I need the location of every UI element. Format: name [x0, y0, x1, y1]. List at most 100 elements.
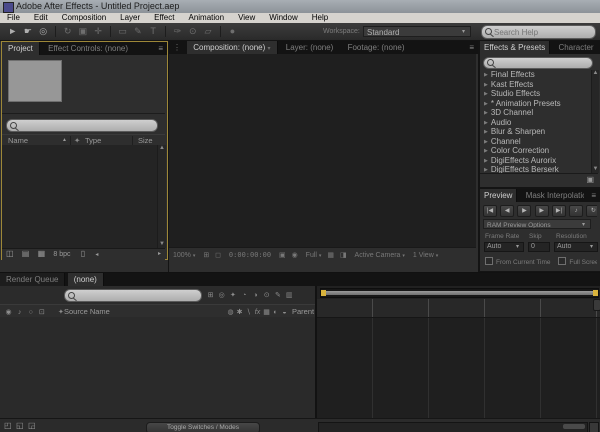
auto-keyframe-icon[interactable]: ✎: [273, 291, 282, 299]
project-search-box[interactable]: [6, 119, 158, 132]
panel-menu-icon[interactable]: ≡: [587, 189, 600, 202]
project-item-list[interactable]: [2, 145, 157, 248]
menu-effect[interactable]: Effect: [147, 13, 181, 23]
tab-character[interactable]: Character: [552, 41, 594, 54]
toggle-switches-modes-button[interactable]: Toggle Switches / Modes: [146, 422, 260, 432]
scroll-down-icon[interactable]: ▼: [158, 241, 166, 248]
graph-editor-icon[interactable]: ▥: [285, 291, 294, 299]
panel-menu-icon[interactable]: ≡: [465, 41, 478, 54]
composition-viewer[interactable]: [169, 54, 476, 247]
work-area-span[interactable]: [326, 291, 593, 295]
effects-category[interactable]: ▶Final Effects: [480, 70, 591, 80]
skip-field[interactable]: 0: [528, 242, 550, 252]
selection-tool[interactable]: ►: [6, 23, 19, 39]
shape-tool[interactable]: ▭: [116, 23, 129, 39]
zoom-tool[interactable]: ◎: [37, 23, 50, 39]
expand-icon[interactable]: ▶: [484, 139, 488, 145]
expand-icon[interactable]: ▶: [484, 158, 488, 164]
frame-rate-dropdown[interactable]: Auto▾: [484, 242, 524, 252]
pen-tool[interactable]: ✎: [131, 23, 144, 39]
timeline-zoom-button[interactable]: [589, 422, 599, 432]
clone-stamp-tool[interactable]: ⊙: [186, 23, 199, 39]
view-dropdown[interactable]: Active Camera ▾: [349, 252, 405, 259]
resolution-dropdown-preview[interactable]: Auto▾: [554, 242, 598, 252]
live-update-icon[interactable]: ⊞: [206, 291, 215, 299]
type-tool[interactable]: T: [147, 23, 160, 39]
previous-frame-button[interactable]: ◀: [500, 205, 514, 217]
search-help-input[interactable]: [482, 26, 595, 38]
new-composition-button[interactable]: ▦: [32, 249, 46, 258]
scroll-down-icon[interactable]: ▼: [592, 166, 599, 173]
expand-icon[interactable]: ▶: [484, 110, 488, 116]
scroll-right-icon[interactable]: ▸: [158, 249, 161, 259]
effects-category[interactable]: ▶Color Correction: [480, 146, 591, 156]
tab-effect-controls[interactable]: Effect Controls: (none): [42, 42, 134, 55]
resolution-dropdown[interactable]: Full ▾: [300, 252, 322, 259]
search-help-box[interactable]: [481, 25, 596, 39]
horizontal-scrollbar[interactable]: [318, 422, 588, 432]
scrollbar-thumb[interactable]: [563, 424, 585, 429]
timeline-search-input[interactable]: [65, 290, 201, 301]
transparency-grid-button[interactable]: ◨: [336, 252, 347, 259]
mask-visibility-button[interactable]: ◻: [211, 252, 221, 259]
first-frame-button[interactable]: |◀: [483, 205, 497, 217]
pan-behind-tool[interactable]: ✛: [92, 23, 105, 39]
brush-tool[interactable]: ✑: [171, 23, 184, 39]
menu-view[interactable]: View: [231, 13, 262, 23]
effects-category[interactable]: ▶Audio: [480, 118, 591, 128]
project-search-input[interactable]: [7, 120, 157, 131]
menu-file[interactable]: File: [0, 13, 27, 23]
project-scrollbar[interactable]: ▲ ▼: [157, 145, 166, 248]
effects-category[interactable]: ▶DigiEffects Aurorix: [480, 156, 591, 166]
expand-icon[interactable]: ▶: [484, 101, 488, 107]
effects-category[interactable]: ▶DigiEffects Berserk: [480, 165, 591, 173]
current-time-button[interactable]: 0:00:00:00: [223, 251, 271, 259]
frame-blend-enable-icon[interactable]: ◔: [240, 292, 249, 299]
panel-menu-icon[interactable]: ≡: [154, 42, 167, 55]
magnification-dropdown[interactable]: 100% ▾: [173, 252, 195, 259]
comp-marker-button[interactable]: [593, 299, 600, 311]
next-frame-button[interactable]: ▶: [535, 205, 549, 217]
expand-icon[interactable]: ▶: [484, 91, 488, 97]
tab-composition[interactable]: Composition: (none) ▾: [187, 41, 277, 54]
show-channel-button[interactable]: ◉: [288, 252, 298, 259]
expand-in-out-button[interactable]: ◲: [28, 421, 36, 430]
timeline-search-box[interactable]: [64, 289, 202, 302]
tab-mask-interpolation[interactable]: Mask Interpolation: [520, 189, 584, 202]
menu-edit[interactable]: Edit: [27, 13, 55, 23]
tab-footage[interactable]: Footage: (none): [342, 41, 411, 54]
hide-shy-icon[interactable]: ✦: [228, 291, 237, 299]
tab-project[interactable]: Project: [2, 42, 40, 55]
motion-blur-enable-icon[interactable]: ◑: [251, 292, 260, 299]
tab-render-queue[interactable]: Render Queue: [0, 273, 65, 286]
effects-category[interactable]: ▶Studio Effects: [480, 89, 591, 99]
effects-category[interactable]: ▶Channel: [480, 137, 591, 147]
new-folder-button[interactable]: ▤: [16, 249, 30, 258]
loop-toggle-button[interactable]: ↻: [586, 205, 597, 217]
interpret-footage-button[interactable]: ◫: [2, 249, 14, 258]
ram-preview-options-dropdown[interactable]: RAM Preview Options▾: [483, 219, 591, 229]
snapshot-button[interactable]: ▣: [273, 252, 286, 259]
full-screen-checkbox[interactable]: [558, 257, 566, 265]
puppet-tool[interactable]: ●: [226, 23, 239, 39]
camera-tool[interactable]: ▣: [76, 23, 89, 39]
rotation-tool[interactable]: ↻: [61, 23, 74, 39]
track-area[interactable]: [317, 318, 600, 418]
expand-icon[interactable]: ▶: [484, 82, 488, 88]
title-bar[interactable]: Adobe After Effects - Untitled Project.a…: [0, 0, 600, 13]
view-layout-dropdown[interactable]: 1 View ▾: [407, 252, 438, 259]
tab-timeline-comp[interactable]: (none): [68, 273, 104, 286]
expand-icon[interactable]: ▶: [484, 120, 488, 126]
play-button[interactable]: ▶: [517, 205, 531, 217]
expand-layer-switches-button[interactable]: ◰: [4, 421, 12, 430]
draft-3d-icon[interactable]: ◎: [217, 291, 226, 299]
menu-layer[interactable]: Layer: [113, 13, 147, 23]
expand-icon[interactable]: ▶: [484, 148, 488, 154]
workspace-dropdown[interactable]: Standard▾: [363, 26, 471, 37]
region-of-interest-button[interactable]: ▦: [323, 252, 334, 259]
last-frame-button[interactable]: ▶|: [552, 205, 566, 217]
menu-animation[interactable]: Animation: [181, 13, 231, 23]
scroll-up-icon[interactable]: ▲: [592, 70, 599, 77]
new-animation-preset-button[interactable]: ▣: [586, 175, 594, 184]
effects-scrollbar[interactable]: ▲ ▼: [591, 70, 599, 173]
